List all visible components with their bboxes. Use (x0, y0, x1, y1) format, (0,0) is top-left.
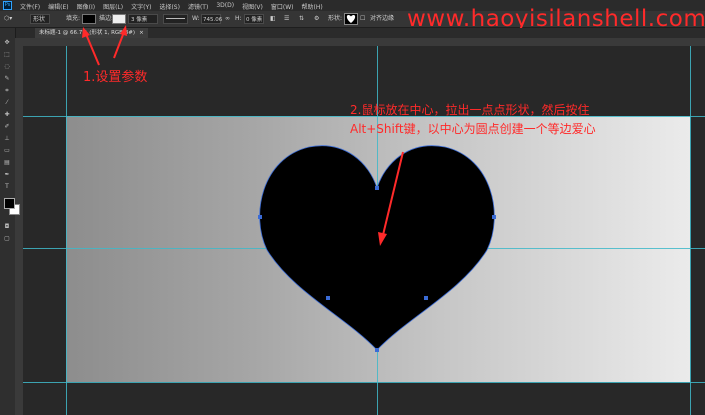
foreground-color-swatch[interactable] (4, 198, 15, 209)
step1-annotation: 1.设置参数 (83, 70, 148, 85)
anchor-point[interactable] (424, 296, 428, 300)
annotation-arrow-1 (85, 33, 100, 66)
anchor-point[interactable] (375, 186, 379, 190)
heart-shape[interactable] (259, 145, 495, 351)
arrowhead-1 (82, 27, 90, 38)
anchor-point[interactable] (375, 348, 379, 352)
arrowhead-1b (120, 25, 127, 36)
overlay (82, 25, 496, 352)
anchor-point[interactable] (326, 296, 330, 300)
anchor-point[interactable] (492, 215, 496, 219)
annotation-arrow-1b (113, 31, 125, 59)
step2-annotation-line1: 2.鼠标放在中心，拉出一点点形状，然后按住 (350, 103, 590, 117)
anchor-point[interactable] (258, 215, 262, 219)
step2-annotation-line2: Alt+Shift键，以中心为圆点创建一个等边爱心 (350, 122, 596, 136)
